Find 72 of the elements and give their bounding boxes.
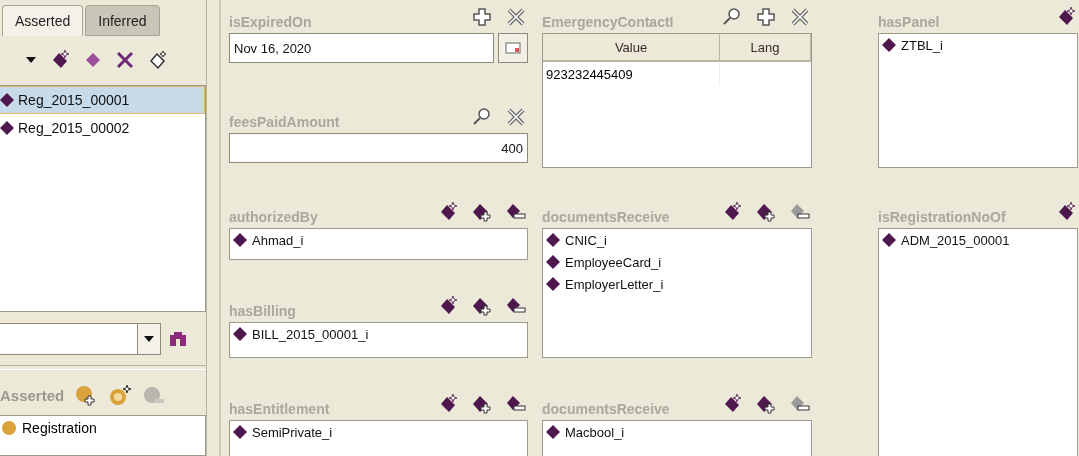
- diamond-remove-icon[interactable]: [506, 394, 526, 414]
- property-label: isRegistrationNoOf: [878, 209, 1006, 227]
- search-icon[interactable]: [472, 107, 492, 127]
- property-label: authorizedBy: [229, 209, 318, 227]
- individual-name[interactable]: ADM_2015_00001: [901, 232, 1010, 248]
- diamond-star-icon[interactable]: [722, 202, 742, 222]
- add-icon[interactable]: [472, 7, 492, 27]
- property-label: documentsReceive: [542, 209, 670, 227]
- individual-name[interactable]: ZTBL_i: [901, 37, 943, 53]
- individual-item[interactable]: Reg_2015_00002: [0, 113, 205, 142]
- diamond-remove-icon[interactable]: [506, 202, 526, 222]
- individual-name[interactable]: Macbool_i: [565, 424, 625, 440]
- diamond-icon: [546, 425, 560, 439]
- property-label: documentsReceive: [542, 401, 670, 419]
- individual-name[interactable]: SemiPrivate_i: [252, 424, 333, 440]
- individual-name[interactable]: BILL_2015_00001_i: [252, 326, 369, 342]
- column-header[interactable]: Value: [543, 34, 720, 61]
- property-label: feesPaidAmount: [229, 114, 340, 132]
- delete-icon[interactable]: [790, 7, 810, 27]
- diamond-add-icon[interactable]: [472, 394, 492, 414]
- table-cell: 923232445409: [543, 61, 720, 86]
- class-icon: [2, 421, 16, 436]
- diamond-icon: [882, 38, 896, 52]
- individual-name[interactable]: EmployerLetter_i: [565, 276, 664, 292]
- panel-title: Asserted: [0, 387, 65, 405]
- tab[interactable]: Asserted: [2, 5, 84, 37]
- diamond-remove-icon[interactable]: [506, 296, 526, 316]
- add-icon[interactable]: [756, 7, 776, 27]
- delete-icon[interactable]: [116, 51, 134, 70]
- diamond-add-icon[interactable]: [472, 202, 492, 222]
- caret-icon[interactable]: [144, 336, 154, 343]
- column-header[interactable]: Lang: [719, 34, 811, 61]
- class-name[interactable]: Registration: [22, 420, 97, 437]
- diamond-add-icon[interactable]: [756, 394, 776, 414]
- delete-icon[interactable]: [506, 107, 526, 127]
- date-field[interactable]: Nov 16, 2020: [229, 33, 494, 63]
- individual-name[interactable]: CNIC_i: [565, 232, 607, 248]
- calendar-button[interactable]: [498, 33, 528, 63]
- diamond-add-icon[interactable]: [472, 296, 492, 316]
- diamond-star-icon[interactable]: [438, 394, 458, 414]
- diamond-icon: [0, 92, 14, 107]
- diamond-icon[interactable]: [84, 51, 102, 70]
- diamond-icon: [233, 233, 247, 247]
- diamond-star-icon[interactable]: [438, 202, 458, 222]
- diamond-icon: [882, 233, 896, 247]
- class-edit-icon[interactable]: [108, 383, 133, 408]
- diamond-outline-icon[interactable]: [148, 50, 168, 71]
- individual-item[interactable]: Reg_2015_00001: [0, 85, 205, 114]
- calendar-icon: [505, 42, 521, 54]
- diamond-icon: [233, 327, 247, 341]
- diamond-star-icon[interactable]: [438, 296, 458, 316]
- diamond-star-icon[interactable]: [722, 394, 742, 414]
- individual-name[interactable]: Ahmad_i: [252, 232, 304, 248]
- individual-name[interactable]: EmployeeCard_i: [565, 254, 662, 270]
- diamond-star-icon[interactable]: [1056, 7, 1076, 27]
- diamond-add-icon[interactable]: [756, 202, 776, 222]
- delete-icon[interactable]: [506, 7, 526, 27]
- caret-icon[interactable]: [26, 57, 36, 64]
- property-label: hasEntitlement: [229, 401, 330, 419]
- search-icon[interactable]: [722, 7, 742, 27]
- tab[interactable]: Inferred: [85, 5, 160, 37]
- property-label: hasPanel: [878, 14, 940, 32]
- property-label: EmergencyContactI: [542, 14, 674, 32]
- diamond-icon: [546, 233, 560, 247]
- diamond-icon: [546, 277, 560, 291]
- diamond-star-icon[interactable]: [1056, 202, 1076, 222]
- diamond-icon: [546, 255, 560, 269]
- diamond-icon: [0, 120, 14, 135]
- number-field[interactable]: 400: [229, 133, 528, 163]
- diamond-icon: [233, 425, 247, 439]
- property-label: isExpiredOn: [229, 14, 312, 32]
- property-label: hasBilling: [229, 303, 296, 321]
